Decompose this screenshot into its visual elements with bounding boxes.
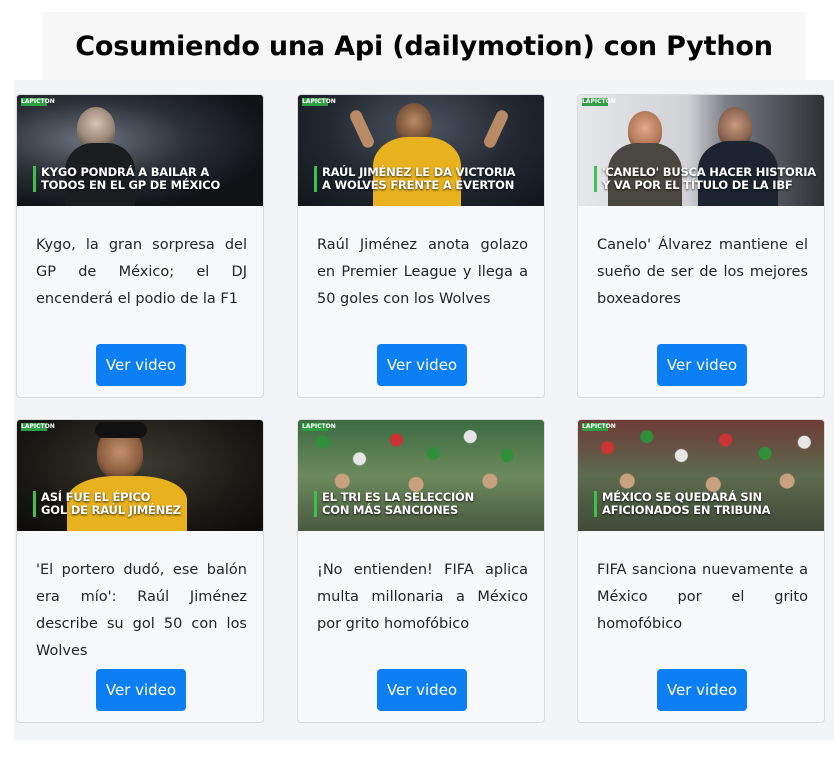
- page: Cosumiendo una Api (dailymotion) con Pyt…: [0, 0, 834, 768]
- video-card: LAPICTON EL TRI ES LA SELECCIÓN CON MÁS …: [297, 419, 545, 723]
- video-thumbnail[interactable]: LAPICTON 'CANELO' BUSCA HACER HISTORIA Y…: [578, 95, 824, 206]
- brand-logo: LAPICTON: [302, 423, 336, 431]
- watch-video-button[interactable]: Ver video: [377, 669, 467, 711]
- thumbnail-headline: KYGO PONDRÁ A BAILAR A TODOS EN EL GP DE…: [33, 166, 257, 192]
- video-thumbnail[interactable]: LAPICTON EL TRI ES LA SELECCIÓN CON MÁS …: [298, 420, 544, 531]
- video-thumbnail[interactable]: LAPICTON ASÍ FUE EL ÉPICO GOL DE RAÚL JI…: [17, 420, 263, 531]
- video-card: LAPICTON MÉXICO SE QUEDARÁ SIN AFICIONAD…: [577, 419, 825, 723]
- watch-video-button[interactable]: Ver video: [657, 344, 747, 386]
- watch-video-button[interactable]: Ver video: [657, 669, 747, 711]
- video-card: LAPICTON RAÚL JIMÉNEZ LE DA VICTORIA A W…: [297, 94, 545, 398]
- video-description: ¡No entienden! FIFA aplica multa millona…: [317, 562, 528, 632]
- brand-logo: LAPICTON: [21, 98, 55, 106]
- video-description: 'El portero dudó, ese balón era mío': Ra…: [36, 562, 247, 659]
- thumbnail-headline: EL TRI ES LA SELECCIÓN CON MÁS SANCIONES: [314, 491, 538, 517]
- thumbnail-headline: MÉXICO SE QUEDARÁ SIN AFICIONADOS EN TRI…: [594, 491, 818, 517]
- watch-video-button[interactable]: Ver video: [96, 344, 186, 386]
- video-description: FIFA sanciona nuevamente a México por el…: [597, 562, 808, 632]
- video-description: Kygo, la gran sorpresa del GP de México;…: [36, 237, 247, 307]
- brand-logo: LAPICTON: [21, 423, 55, 431]
- page-title: Cosumiendo una Api (dailymotion) con Pyt…: [75, 30, 773, 62]
- video-card: LAPICTON 'CANELO' BUSCA HACER HISTORIA Y…: [577, 94, 825, 398]
- thumbnail-headline: ASÍ FUE EL ÉPICO GOL DE RAÚL JIMÉNEZ: [33, 491, 257, 517]
- video-card: LAPICTON KYGO PONDRÁ A BAILAR A TODOS EN…: [16, 94, 264, 398]
- thumbnail-headline: RAÚL JIMÉNEZ LE DA VICTORIA A WOLVES FRE…: [314, 166, 538, 192]
- watch-video-button[interactable]: Ver video: [377, 344, 467, 386]
- header-bar: Cosumiendo una Api (dailymotion) con Pyt…: [43, 12, 805, 80]
- video-card: LAPICTON ASÍ FUE EL ÉPICO GOL DE RAÚL JI…: [16, 419, 264, 723]
- brand-logo: LAPICTON: [302, 98, 336, 106]
- video-description: Canelo' Álvarez mantiene el sueño de ser…: [597, 237, 808, 307]
- brand-logo: LAPICTON: [582, 98, 616, 106]
- brand-logo: LAPICTON: [582, 423, 616, 431]
- video-thumbnail[interactable]: LAPICTON MÉXICO SE QUEDARÁ SIN AFICIONAD…: [578, 420, 824, 531]
- video-description: Raúl Jiménez anota golazo en Premier Lea…: [317, 237, 528, 307]
- watch-video-button[interactable]: Ver video: [96, 669, 186, 711]
- video-thumbnail[interactable]: LAPICTON RAÚL JIMÉNEZ LE DA VICTORIA A W…: [298, 95, 544, 206]
- video-thumbnail[interactable]: LAPICTON KYGO PONDRÁ A BAILAR A TODOS EN…: [17, 95, 263, 206]
- thumbnail-headline: 'CANELO' BUSCA HACER HISTORIA Y VA POR E…: [594, 166, 818, 192]
